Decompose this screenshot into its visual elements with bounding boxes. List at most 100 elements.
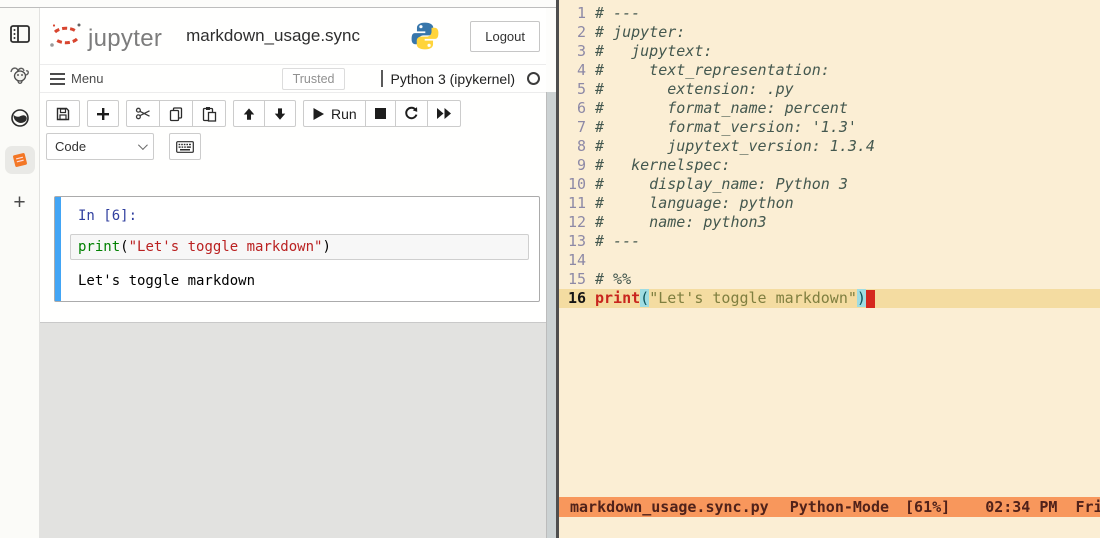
line-number: 2 xyxy=(559,23,595,42)
code-line: 3# jupytext: xyxy=(559,42,1100,61)
copy-icon xyxy=(168,106,184,122)
line-text: # extension: .py xyxy=(595,80,1100,99)
restart-icon xyxy=(404,106,419,121)
code-paren-close: ) xyxy=(322,239,330,255)
line-text: # format_name: percent xyxy=(595,99,1100,118)
cut-icon xyxy=(135,106,151,121)
emacs-echo-area[interactable] xyxy=(559,517,1100,538)
paste-cell-button[interactable] xyxy=(192,100,226,127)
browser-top-edge xyxy=(0,0,556,8)
interrupt-kernel-button[interactable] xyxy=(365,100,396,127)
code-cell[interactable]: In [6]: print("Let's toggle markdown") L… xyxy=(54,196,540,302)
jupyter-notebook-icon[interactable] xyxy=(5,146,35,174)
menu-button[interactable]: Menu xyxy=(50,71,104,86)
line-text: # jupytext: xyxy=(595,42,1100,61)
notebook-title[interactable]: markdown_usage.sync xyxy=(186,26,360,46)
code-string: "Let's toggle markdown" xyxy=(129,239,323,255)
code-line: 13# --- xyxy=(559,232,1100,251)
line-text: # text_representation: xyxy=(595,61,1100,80)
line-number: 3 xyxy=(559,42,595,61)
line-number: 1 xyxy=(559,4,595,23)
emacs-buffer[interactable]: 1# ---2# jupyter:3# jupytext:4# text_rep… xyxy=(559,0,1100,497)
gnu-icon[interactable] xyxy=(5,62,35,90)
line-text: # format_version: '1.3' xyxy=(595,118,1100,137)
browser-window: + jupyter markdown_us xyxy=(0,0,556,538)
kernel-status-icon[interactable] xyxy=(527,72,540,85)
code-line: 2# jupyter: xyxy=(559,23,1100,42)
jupyter-notebook-app: jupyter markdown_usage.sync Logout xyxy=(40,8,546,538)
emacs-modeline: markdown_usage.sync.py Python-Mode [61%]… xyxy=(559,497,1100,517)
line-number: 11 xyxy=(559,194,595,213)
code-line: 4# text_representation: xyxy=(559,61,1100,80)
run-button[interactable]: Run xyxy=(303,100,366,127)
menu-label: Menu xyxy=(71,71,104,86)
line-number: 4 xyxy=(559,61,595,80)
run-label: Run xyxy=(331,106,357,122)
split-screen: + jupyter markdown_us xyxy=(0,0,1100,538)
cut-cell-button[interactable] xyxy=(126,100,160,127)
move-up-icon xyxy=(242,107,256,121)
panel-toggle-icon[interactable] xyxy=(5,20,35,48)
line-text: # kernelspec: xyxy=(595,156,1100,175)
line-number: 13 xyxy=(559,232,595,251)
logout-button[interactable]: Logout xyxy=(470,21,540,52)
line-number: 15 xyxy=(559,270,595,289)
line-text: # display_name: Python 3 xyxy=(595,175,1100,194)
move-down-icon xyxy=(273,107,287,121)
code-line: 5# extension: .py xyxy=(559,80,1100,99)
notebook-toolbar: Run xyxy=(40,93,546,132)
kernel-name: Python 3 (ipykernel) xyxy=(390,71,515,87)
code-line: 1# --- xyxy=(559,4,1100,23)
line-text xyxy=(595,251,1100,270)
move-cell-up-button[interactable] xyxy=(233,100,265,127)
modeline-major-mode[interactable]: Python-Mode xyxy=(790,497,889,517)
kernel-separator xyxy=(381,70,383,87)
code-paren-open: ( xyxy=(120,239,128,255)
line-text: # jupytext_version: 1.3.4 xyxy=(595,137,1100,156)
command-palette-button[interactable] xyxy=(169,133,201,160)
notebook-content-area: In [6]: print("Let's toggle markdown") L… xyxy=(40,168,546,322)
jupyter-logo-text: jupyter xyxy=(88,27,162,51)
add-cell-button[interactable] xyxy=(87,100,119,127)
code-line: 10# display_name: Python 3 xyxy=(559,175,1100,194)
chevron-down-icon xyxy=(138,140,148,150)
save-button[interactable] xyxy=(46,100,80,127)
line-number: 16 xyxy=(559,289,595,308)
cell-type-select[interactable]: Code xyxy=(46,133,154,160)
code-line: 7# format_version: '1.3' xyxy=(559,118,1100,137)
notebook-menu-row: Menu Trusted Python 3 (ipykernel) xyxy=(40,65,546,93)
modeline-time: 02:34 PM xyxy=(985,497,1057,517)
add-cell-icon xyxy=(96,107,110,121)
cell-input-editor[interactable]: print("Let's toggle markdown") xyxy=(70,234,529,260)
browser-scrollbar xyxy=(546,8,556,538)
jupyter-logo-icon xyxy=(48,21,84,51)
globe-icon[interactable] xyxy=(5,104,35,132)
python-logo-icon xyxy=(410,21,440,51)
notebook-header: jupyter markdown_usage.sync Logout xyxy=(40,8,546,65)
line-number: 7 xyxy=(559,118,595,137)
line-number: 14 xyxy=(559,251,595,270)
line-number: 6 xyxy=(559,99,595,118)
cell-type-value: Code xyxy=(55,139,86,154)
modeline-filename[interactable]: markdown_usage.sync.py xyxy=(570,497,769,517)
scrollbar-track[interactable] xyxy=(546,92,556,538)
new-tab-plus-icon[interactable]: + xyxy=(5,188,35,216)
modeline-scroll-percent: [61%] xyxy=(905,497,950,517)
line-text: print("Let's toggle markdown") xyxy=(595,289,1100,308)
move-cell-down-button[interactable] xyxy=(264,100,296,127)
trusted-badge[interactable]: Trusted xyxy=(282,68,346,90)
line-text: # language: python xyxy=(595,194,1100,213)
code-line: 15# %% xyxy=(559,270,1100,289)
jupyter-logo[interactable]: jupyter xyxy=(48,21,162,51)
fast-forward-icon xyxy=(436,107,452,120)
restart-kernel-button[interactable] xyxy=(395,100,428,127)
code-line: 11# language: python xyxy=(559,194,1100,213)
save-icon xyxy=(55,106,71,122)
restart-run-all-button[interactable] xyxy=(427,100,461,127)
browser-tab-sidebar: + xyxy=(0,8,40,538)
copy-cell-button[interactable] xyxy=(159,100,193,127)
line-number: 5 xyxy=(559,80,595,99)
run-icon xyxy=(312,107,325,121)
code-line: 12# name: python3 xyxy=(559,213,1100,232)
modeline-day: Fri xyxy=(1075,497,1100,517)
